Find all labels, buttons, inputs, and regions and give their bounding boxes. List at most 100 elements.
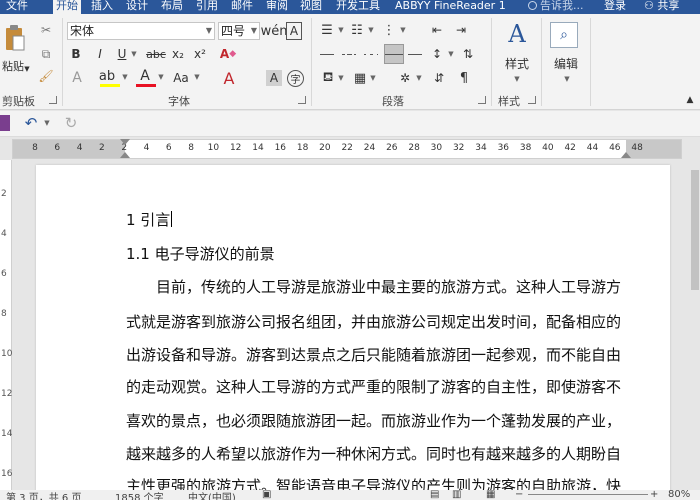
undo-dropdown-icon[interactable]: ▼ <box>42 115 50 131</box>
font-name-combo[interactable]: 宋体 ▼ <box>67 22 215 40</box>
body-line[interactable]: 目前，传统的人工导游是旅游业中最主要的旅游方式。这种人工导游方 <box>156 276 621 297</box>
collapse-ribbon-icon[interactable]: ▲ <box>684 94 696 106</box>
horizontal-ruler[interactable]: 8 6 4 2 2 4 6 8 10 12 14 16 18 20 22 24 26 28 30 32 34 36 38 40… <box>12 139 682 159</box>
increase-indent-icon[interactable]: ⇥ <box>452 22 470 38</box>
font-size-combo[interactable]: 四号 ▼ <box>218 22 260 40</box>
superscript-button[interactable]: x² <box>192 46 208 62</box>
styles-dropdown-icon[interactable]: ▼ <box>510 74 522 84</box>
zoom-level[interactable]: 80% <box>668 490 690 500</box>
show-marks-icon[interactable]: ¶ <box>456 70 472 86</box>
decrease-indent-icon[interactable]: ⇤ <box>428 22 446 38</box>
macro-record-icon[interactable]: ▣ <box>262 490 271 500</box>
tab-design[interactable]: 设计 <box>126 0 148 14</box>
tab-home[interactable]: 开始 <box>53 0 81 14</box>
subscript-button[interactable]: x₂ <box>170 46 186 62</box>
borders-icon[interactable]: ▦ <box>352 70 368 86</box>
scrollbar-thumb[interactable] <box>691 170 699 290</box>
zoom-slider[interactable] <box>528 494 648 495</box>
change-case-dropdown-icon[interactable]: ▼ <box>192 70 200 84</box>
vertical-ruler[interactable]: 2 4 6 8 10 12 14 16 <box>0 160 12 490</box>
editing-dropdown-icon[interactable]: ▼ <box>560 74 572 84</box>
copy-icon[interactable]: ⧉ <box>38 46 54 62</box>
vertical-scrollbar[interactable] <box>690 160 700 490</box>
styles-icon[interactable]: A <box>503 20 531 48</box>
styles-launcher-icon[interactable] <box>528 96 536 104</box>
redo-icon[interactable]: ↻ <box>62 114 80 132</box>
align-center-icon[interactable] <box>342 46 356 62</box>
clear-formatting-button[interactable]: A ◆ <box>218 46 238 62</box>
tab-layout[interactable]: 布局 <box>161 0 183 14</box>
heading-1[interactable]: 1 引言 <box>126 209 173 230</box>
page-count[interactable]: 第 3 页，共 6 页 <box>6 490 81 500</box>
multilevel-list-icon[interactable]: ⋮ <box>380 22 398 38</box>
paste-icon[interactable] <box>4 24 26 54</box>
search-icon[interactable]: ⌕ <box>550 22 578 48</box>
share-button[interactable]: ⚇ 共享 <box>644 0 679 11</box>
save-icon[interactable] <box>0 115 10 131</box>
font-color-dropdown-icon[interactable]: ▼ <box>156 70 164 84</box>
bullets-icon[interactable]: ☰ <box>318 22 336 38</box>
heading-2[interactable]: 1.1 电子导游仪的前景 <box>126 243 275 264</box>
font-color-button[interactable]: A <box>138 68 152 84</box>
font-launcher-icon[interactable] <box>298 96 306 104</box>
language-indicator[interactable]: 中文(中国) <box>188 490 236 500</box>
align-left-icon[interactable] <box>320 46 334 62</box>
underline-dropdown-icon[interactable]: ▼ <box>129 46 137 62</box>
paragraph-launcher-icon[interactable] <box>478 96 486 104</box>
char-shading-button[interactable]: A <box>266 70 282 86</box>
sort-icon[interactable]: ⇵ <box>430 70 448 86</box>
login-link[interactable]: 登录 <box>604 0 626 11</box>
tab-abbyy[interactable]: ABBYY FineReader 1 <box>395 0 506 14</box>
format-painter-icon[interactable]: 🖌 <box>38 68 54 84</box>
paste-button[interactable]: 粘贴 <box>2 58 24 74</box>
asian-layout-icon[interactable]: ✲ <box>396 70 414 86</box>
bullets-dropdown-icon[interactable]: ▼ <box>336 22 344 38</box>
tab-view[interactable]: 视图 <box>300 0 322 14</box>
web-layout-icon[interactable]: ▦ <box>486 490 495 500</box>
read-mode-icon[interactable]: ▤ <box>430 490 439 500</box>
body-line[interactable]: 出游设备和导游。游客到达景点之后只能随着旅游团一起参观，而不能自由 <box>126 344 621 365</box>
chinese-layout-icon[interactable]: ⇅ <box>460 46 476 62</box>
text-effects-button[interactable]: A <box>69 70 85 86</box>
body-line[interactable]: 式就是游客到旅游公司报名组团，并由旅游公司规定出发时间，配备相应的 <box>126 311 621 332</box>
line-spacing-icon[interactable]: ↕ <box>428 46 446 62</box>
undo-icon[interactable]: ↶ <box>22 114 40 132</box>
body-line[interactable]: 喜欢的景点，也必须跟随旅游团一起。而旅游业作为一个蓬勃发展的产业， <box>126 410 621 431</box>
shading-icon[interactable]: ⛾ <box>320 70 336 86</box>
tab-insert[interactable]: 插入 <box>91 0 113 14</box>
body-line[interactable]: 的走动观赏。这种人工导游的方式严重的限制了游客的自主性，即使游客不 <box>126 376 621 397</box>
styles-button[interactable]: 样式 <box>504 56 530 71</box>
tab-developer[interactable]: 开发工具 <box>336 0 380 14</box>
editing-button[interactable]: 编辑 <box>552 56 580 71</box>
align-right-icon[interactable] <box>364 46 378 62</box>
body-line[interactable]: 越来越多的人希望以旅游作为一种休闲方式。同时也有越来越多的人期盼自 <box>126 443 621 464</box>
bold-button[interactable]: B <box>69 46 83 62</box>
cut-icon[interactable]: ✂ <box>38 22 54 38</box>
document-page[interactable]: 1 引言 1.1 电子导游仪的前景 目前，传统的人工导游是旅游业中最主要的旅游方… <box>36 165 670 495</box>
tab-review[interactable]: 审阅 <box>266 0 288 14</box>
line-spacing-dropdown-icon[interactable]: ▼ <box>446 46 454 62</box>
change-case-button[interactable]: Aa <box>170 70 192 86</box>
tell-me-box[interactable]: 告诉我... <box>528 0 584 11</box>
strikethrough-button[interactable]: abc <box>145 46 167 62</box>
wen-phonetic-icon[interactable]: wén <box>261 22 288 40</box>
paste-dropdown-icon[interactable]: ▼ <box>22 64 32 74</box>
word-count[interactable]: 1858 个字 <box>115 490 164 500</box>
distributed-icon[interactable] <box>408 46 422 62</box>
justify-icon[interactable] <box>384 44 404 64</box>
italic-button[interactable]: I <box>93 46 107 62</box>
zoom-in-icon[interactable]: + <box>650 490 658 500</box>
underline-button[interactable]: U <box>115 46 129 62</box>
multilevel-dropdown-icon[interactable]: ▼ <box>398 22 406 38</box>
tab-references[interactable]: 引用 <box>196 0 218 14</box>
enclose-char-button[interactable]: 字 <box>287 70 304 87</box>
numbering-icon[interactable]: ☷ <box>348 22 366 38</box>
tab-file[interactable]: 文件 <box>6 0 28 14</box>
borders-dropdown-icon[interactable]: ▼ <box>368 70 376 86</box>
clipboard-launcher-icon[interactable] <box>49 96 57 104</box>
hanging-indent-marker[interactable] <box>120 152 130 158</box>
char-border-icon[interactable]: A <box>286 22 302 40</box>
print-layout-icon[interactable]: ▥ <box>452 490 461 500</box>
grow-font-button[interactable]: A <box>220 69 238 88</box>
tab-mailings[interactable]: 邮件 <box>231 0 253 14</box>
